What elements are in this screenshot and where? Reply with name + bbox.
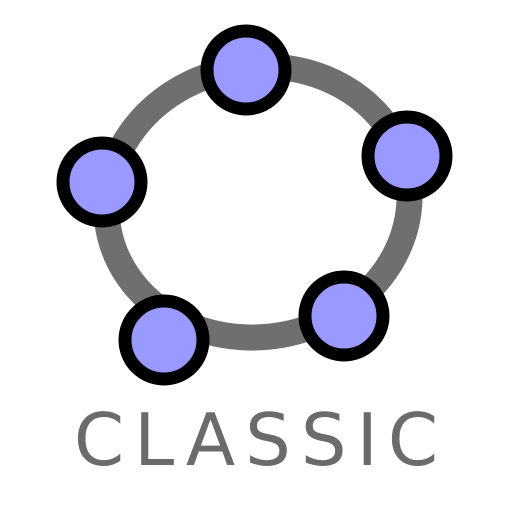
point-top (200, 24, 292, 116)
point-bottom-left (118, 294, 210, 386)
point-right (361, 110, 453, 202)
point-left (56, 136, 148, 228)
geogebra-classic-logo: CLASSIC (0, 0, 512, 512)
point-bottom-right (298, 270, 390, 362)
product-name: CLASSIC (73, 398, 449, 482)
